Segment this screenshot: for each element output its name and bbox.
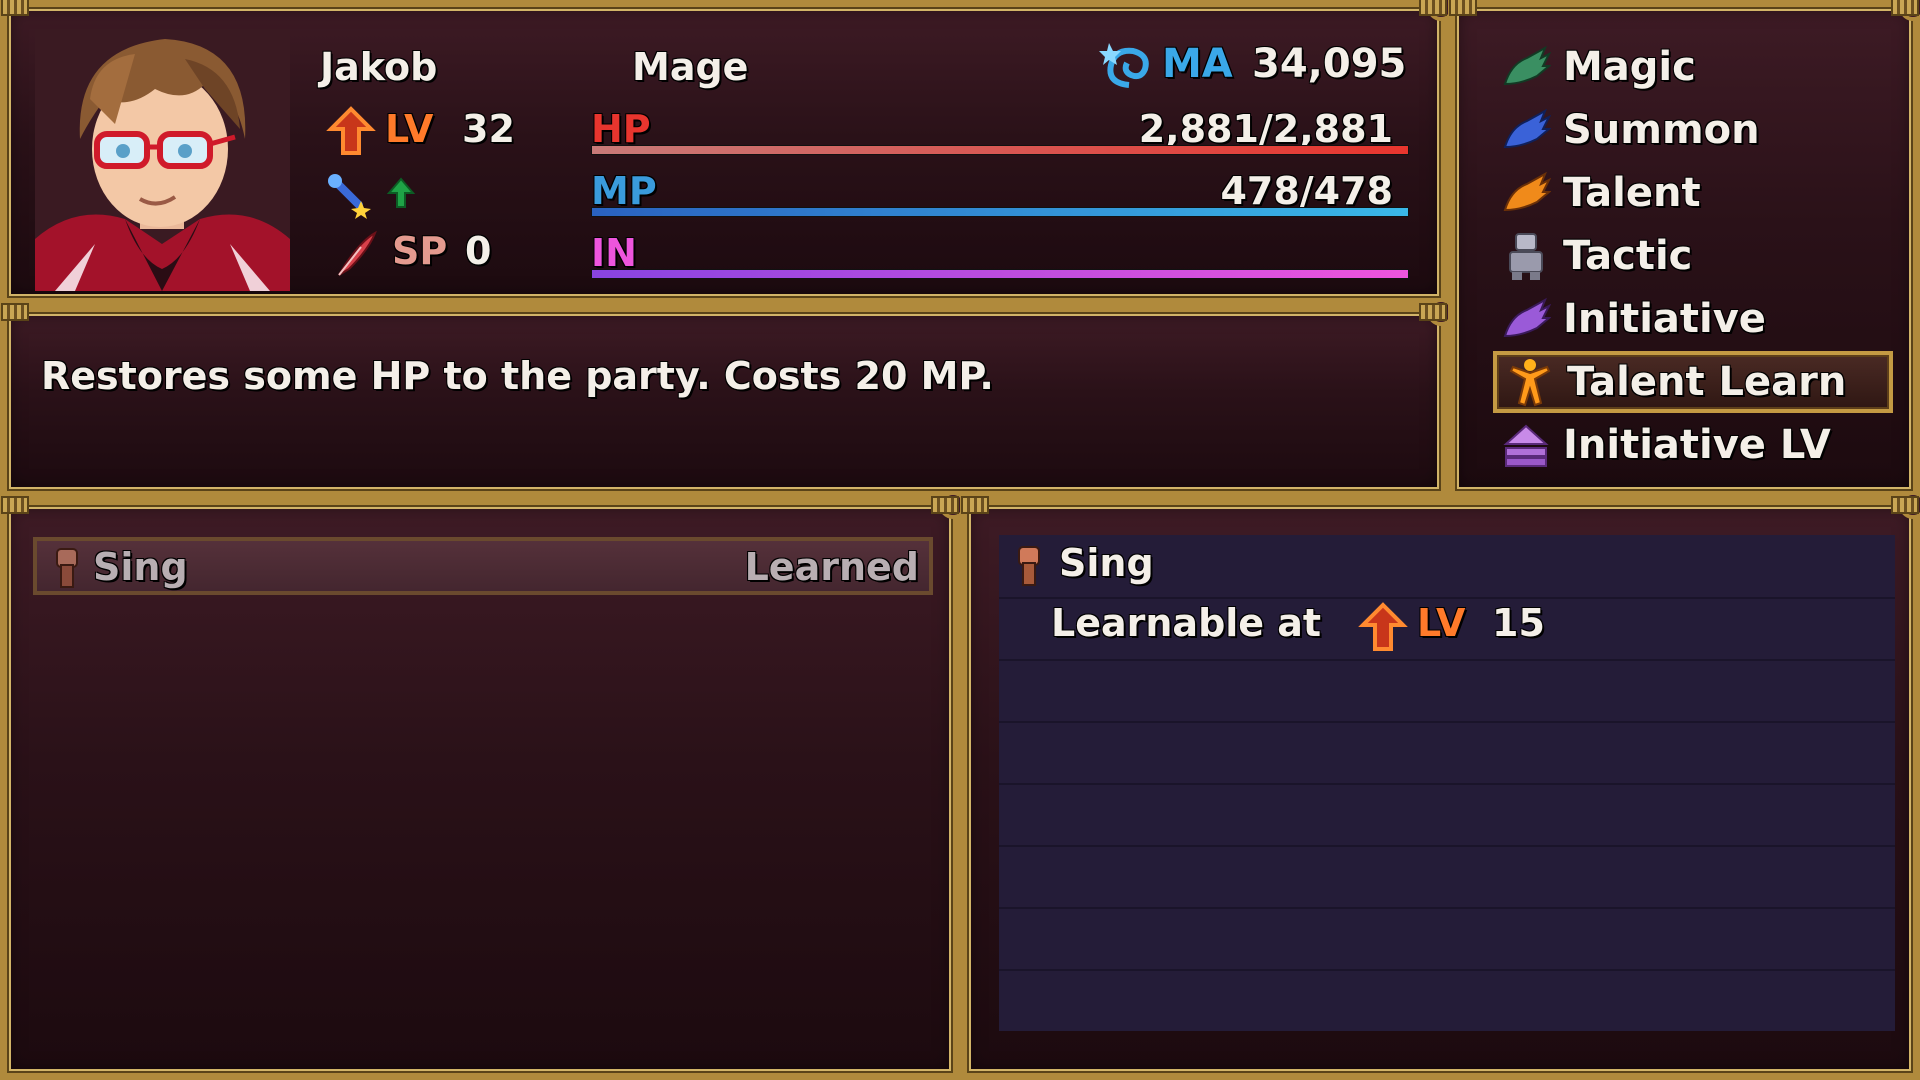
skill-command-menu: Magic Summon Talent Tactic Initiative Ta… xyxy=(1448,0,1920,498)
level-up-arrow-icon xyxy=(1357,601,1409,657)
green-leaf-icon xyxy=(385,177,417,213)
sp-label: SP xyxy=(392,229,448,273)
frame-ornament xyxy=(1899,491,1920,519)
wand-sparkle-icon xyxy=(325,171,373,223)
list-item[interactable]: Sing Learned xyxy=(33,537,933,595)
menu-item-initiative[interactable]: Initiative xyxy=(1499,291,1891,347)
level-up-arrow-icon xyxy=(325,105,377,161)
menu-item-initiative-lv[interactable]: Initiative LV xyxy=(1499,417,1891,473)
ma-spiral-icon xyxy=(1099,39,1157,97)
skill-name: Sing xyxy=(93,545,188,589)
menu-item-summon[interactable]: Summon xyxy=(1499,102,1891,158)
actor-status-window: Jakob Mage LV 32 SP 0 MA 34,095 HP 2,881… xyxy=(0,0,1455,305)
hp-gauge xyxy=(591,145,1409,155)
menu-item-talent[interactable]: Talent xyxy=(1499,165,1891,221)
initiative-lv-icon xyxy=(1499,418,1553,472)
talent-learn-figure-icon xyxy=(1503,355,1557,409)
menu-item-label: Initiative xyxy=(1563,296,1766,342)
requirement-text: Learnable at xyxy=(1051,601,1322,645)
detail-skill-name: Sing xyxy=(1059,541,1154,585)
initiative-claw-icon xyxy=(1499,292,1553,346)
sp-value: 0 xyxy=(465,229,492,273)
required-level-value: 15 xyxy=(1492,601,1545,645)
mp-gauge xyxy=(591,207,1409,217)
menu-item-label: Magic xyxy=(1563,44,1696,90)
mp-gauge-fill xyxy=(592,208,1408,216)
menu-item-tactic[interactable]: Tactic xyxy=(1499,228,1891,284)
tactic-robot-icon xyxy=(1499,229,1553,283)
help-window: Restores some HP to the party. Costs 20 … xyxy=(0,298,1455,498)
required-level-label: LV xyxy=(1417,601,1466,645)
actor-name: Jakob xyxy=(320,45,438,89)
menu-item-label: Summon xyxy=(1563,107,1760,153)
summon-claw-icon xyxy=(1499,103,1553,157)
menu-item-label: Initiative LV xyxy=(1563,422,1831,468)
fist-icon xyxy=(1011,543,1047,591)
frame-ornament xyxy=(1899,0,1920,21)
feather-quill-icon xyxy=(331,229,381,283)
skill-requirement-window: Sing Learnable at LV 15 xyxy=(960,491,1920,1080)
menu-item-magic[interactable]: Magic xyxy=(1499,39,1891,95)
skill-status: Learned xyxy=(744,545,919,589)
menu-item-label: Tactic xyxy=(1563,233,1693,279)
actor-class: Mage xyxy=(632,45,749,89)
menu-item-talent-learn[interactable]: Talent Learn xyxy=(1493,351,1893,413)
magic-claw-icon xyxy=(1499,40,1553,94)
actor-portrait xyxy=(35,29,290,291)
learnable-skill-list: Sing Learned xyxy=(0,491,967,1080)
initiative-gauge-fill xyxy=(592,270,1408,278)
fist-icon xyxy=(49,545,85,593)
hp-gauge-fill xyxy=(592,146,1408,154)
ma-label: MA xyxy=(1162,41,1233,87)
menu-item-label: Talent xyxy=(1563,170,1701,216)
talent-claw-icon xyxy=(1499,166,1553,220)
menu-item-label: Talent Learn xyxy=(1567,359,1847,405)
help-text: Restores some HP to the party. Costs 20 … xyxy=(41,354,994,398)
ma-value: 34,095 xyxy=(1252,41,1407,87)
level-value: 32 xyxy=(462,107,515,151)
initiative-gauge xyxy=(591,269,1409,279)
level-label: LV xyxy=(385,107,434,151)
